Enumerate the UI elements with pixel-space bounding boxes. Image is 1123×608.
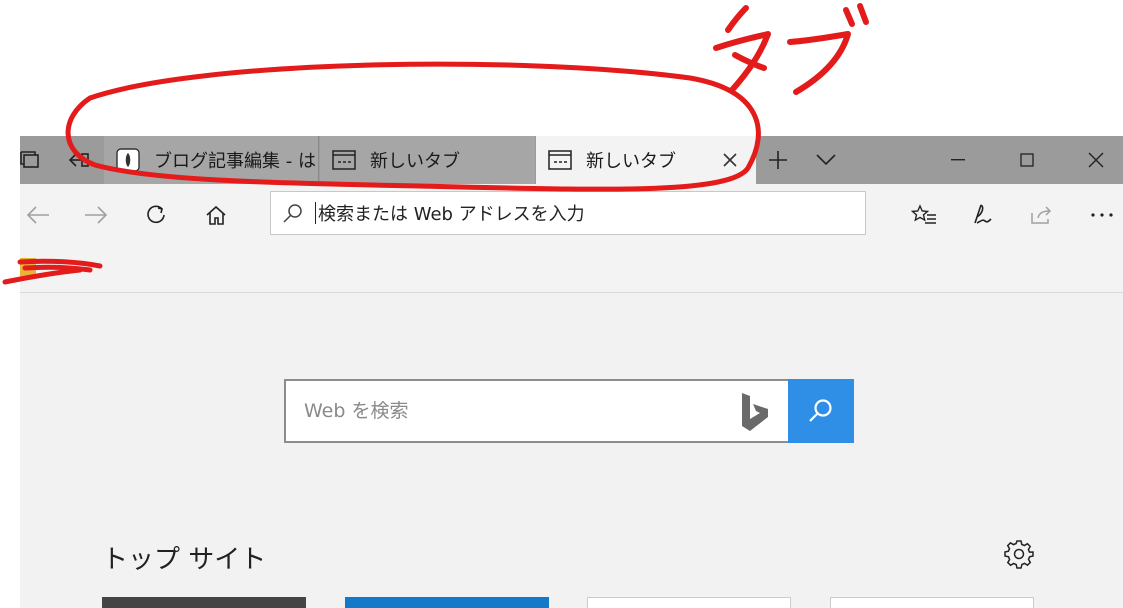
top-sites-title: トップ サイト xyxy=(102,545,267,575)
set-aside-tabs-icon xyxy=(20,151,39,168)
top-site-tile[interactable] xyxy=(102,597,306,608)
annotation-label: タブ xyxy=(0,0,2,1)
tab-list-button[interactable] xyxy=(806,136,846,184)
minimize-button[interactable] xyxy=(927,136,989,184)
tab-new-active[interactable]: 新しいタブ xyxy=(536,136,756,184)
close-icon xyxy=(723,153,737,167)
pen-icon xyxy=(974,204,992,224)
top-site-tile[interactable] xyxy=(830,597,1034,608)
search-icon xyxy=(271,203,315,223)
favorites-bar xyxy=(20,246,1123,293)
blog-favicon xyxy=(116,148,140,172)
navigation-bar: 検索または Web アドレスを入力 xyxy=(20,184,1123,246)
new-tab-page-icon xyxy=(548,148,572,172)
back-button[interactable] xyxy=(16,193,60,237)
home-icon xyxy=(206,205,226,225)
set-aside-button[interactable] xyxy=(58,136,98,184)
ellipsis-icon xyxy=(1091,213,1113,217)
more-button[interactable] xyxy=(1080,193,1123,237)
favorites-list-icon xyxy=(911,204,936,224)
forward-button[interactable] xyxy=(74,193,118,237)
web-search-placeholder: Web を検索 xyxy=(304,400,409,422)
refresh-icon xyxy=(147,205,165,224)
home-button[interactable] xyxy=(194,193,238,237)
chevron-down-icon xyxy=(816,154,836,166)
top-site-tile[interactable] xyxy=(587,597,791,608)
favorites-button[interactable] xyxy=(902,193,946,237)
tab-blog-edit[interactable]: ブログ記事編集 - は xyxy=(104,136,319,184)
tab-title: ブログ記事編集 - は xyxy=(154,151,316,172)
share-icon xyxy=(1031,206,1052,224)
search-submit-button[interactable] xyxy=(788,379,854,443)
tab-new-1[interactable]: 新しいタブ xyxy=(320,136,535,184)
tab-title: 新しいタブ xyxy=(370,151,460,172)
plus-icon xyxy=(769,151,787,169)
new-tab-page-icon xyxy=(332,148,356,172)
tab-preview-button[interactable] xyxy=(10,136,50,184)
arrow-left-icon xyxy=(26,206,49,224)
top-site-tile[interactable] xyxy=(345,597,549,608)
address-bar[interactable]: 検索または Web アドレスを入力 xyxy=(270,191,866,235)
search-icon xyxy=(809,399,832,422)
text-caret xyxy=(315,202,316,224)
web-search-box[interactable]: Web を検索 xyxy=(284,379,854,443)
maximize-icon xyxy=(1020,153,1034,167)
tab-title: 新しいタブ xyxy=(586,151,676,172)
annotation-handwriting xyxy=(713,5,771,93)
customize-button[interactable] xyxy=(1002,537,1036,571)
close-icon xyxy=(1088,152,1104,168)
address-placeholder: 検索または Web アドレスを入力 xyxy=(318,204,585,225)
gear-icon xyxy=(1004,540,1034,569)
share-button[interactable] xyxy=(1020,193,1064,237)
maximize-button[interactable] xyxy=(996,136,1058,184)
favorite-folder-icon[interactable] xyxy=(20,258,36,278)
arrow-right-icon xyxy=(85,206,108,224)
notes-button[interactable] xyxy=(962,193,1006,237)
window-close-button[interactable] xyxy=(1065,136,1123,184)
new-tab-button[interactable] xyxy=(758,136,798,184)
new-tab-page: Web を検索 トップ サイト xyxy=(20,293,1123,608)
annotation-handwriting xyxy=(787,3,869,95)
minimize-icon xyxy=(951,159,965,161)
refresh-button[interactable] xyxy=(134,193,178,237)
close-tab-button[interactable] xyxy=(718,148,742,172)
tab-back-icon xyxy=(68,153,89,167)
bing-logo-icon xyxy=(742,393,768,431)
tab-bar: ブログ記事編集 - は 新しいタブ 新しいタブ xyxy=(20,136,1123,184)
